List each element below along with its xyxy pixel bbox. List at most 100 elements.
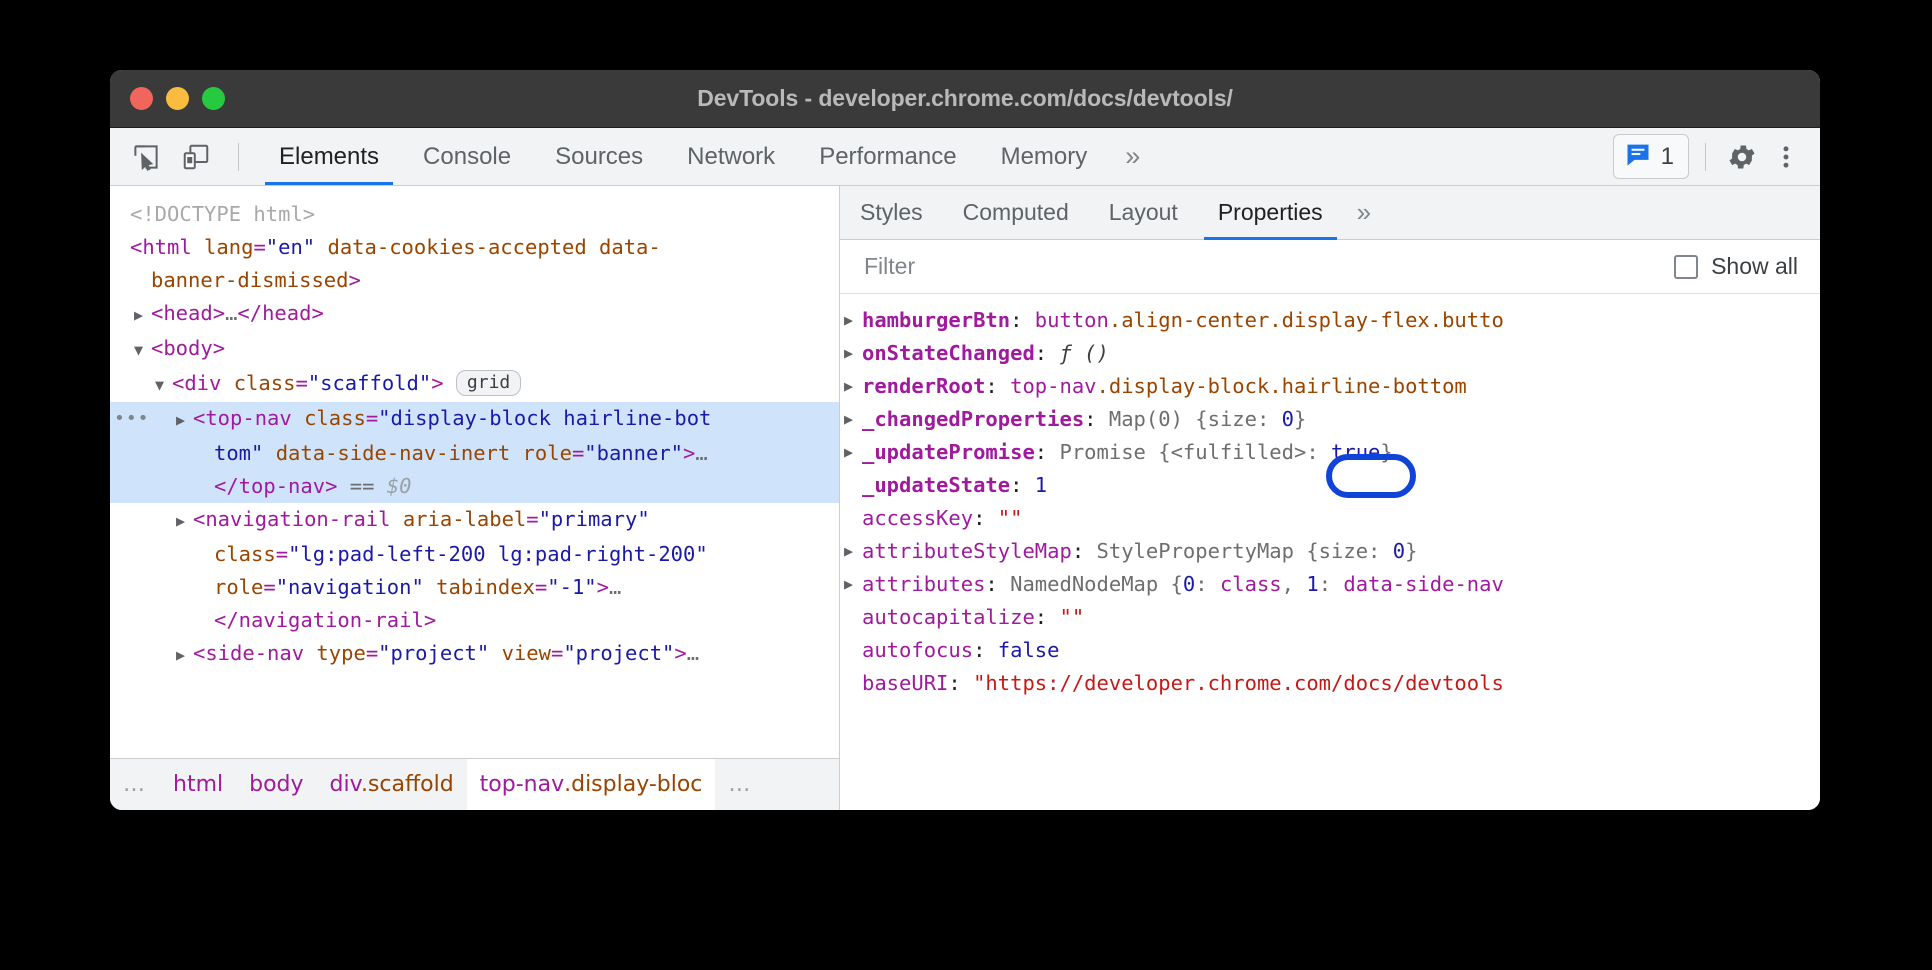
dom-token: <navigation-rail xyxy=(193,507,390,531)
properties-list[interactable]: ▶hamburgerBtn: button.align-center.displ… xyxy=(840,294,1820,810)
dom-node-row[interactable]: class="lg:pad-left-200 lg:pad-right-200" xyxy=(110,538,839,571)
twisty-collapsed-icon[interactable]: ▶ xyxy=(176,404,193,437)
traffic-lights xyxy=(110,87,225,110)
property-name: accessKey xyxy=(862,506,973,530)
dom-token: … xyxy=(225,301,237,325)
property-row[interactable]: ▶renderRoot: top-nav.display-block.hairl… xyxy=(840,370,1820,403)
gear-icon[interactable] xyxy=(1722,137,1762,177)
sidebar-tab-layout[interactable]: Layout xyxy=(1089,186,1198,239)
dom-node-row[interactable]: <!DOCTYPE html> xyxy=(110,198,839,231)
dom-node-row[interactable]: role="navigation" tabindex="-1">… xyxy=(110,571,839,604)
dom-node-row[interactable]: •••▶<top-nav class="display-block hairli… xyxy=(110,402,839,437)
twisty-expanded-icon[interactable]: ▼ xyxy=(134,334,151,367)
twisty-collapsed-icon[interactable]: ▶ xyxy=(844,535,853,568)
property-value-token: top-nav xyxy=(1010,374,1096,398)
close-window-button[interactable] xyxy=(130,87,153,110)
property-value: "" xyxy=(1059,605,1084,629)
breadcrumb-item[interactable]: … xyxy=(110,772,160,797)
sidebar-tab-computed[interactable]: Computed xyxy=(943,186,1089,239)
filter-input[interactable]: Filter xyxy=(864,253,1674,280)
property-value-token: ƒ () xyxy=(1059,341,1108,365)
dom-node-row[interactable]: ▶<head>…</head> xyxy=(110,297,839,332)
minimize-window-button[interactable] xyxy=(166,87,189,110)
property-row[interactable]: ▶_updatePromise: Promise {<fulfilled>: t… xyxy=(840,436,1820,469)
twisty-collapsed-icon[interactable]: ▶ xyxy=(844,403,853,436)
twisty-collapsed-icon[interactable]: ▶ xyxy=(844,304,853,337)
breadcrumb-item[interactable]: top-nav.display-bloc xyxy=(467,759,716,810)
sidebar-tab-properties[interactable]: Properties xyxy=(1198,186,1343,239)
breadcrumb-item[interactable]: div.scaffold xyxy=(317,772,467,797)
sidebar-more-tabs-chevron-icon[interactable]: » xyxy=(1343,186,1385,239)
dom-token: <div xyxy=(172,371,221,395)
property-value: NamedNodeMap {0: class, 1: data-side-nav xyxy=(1010,572,1504,596)
show-all-toggle[interactable]: Show all xyxy=(1674,253,1798,280)
dom-tree[interactable]: <!DOCTYPE html><html lang="en" data-cook… xyxy=(110,186,839,758)
more-tabs-chevron-icon[interactable]: » xyxy=(1109,128,1156,185)
dom-token: … xyxy=(609,575,621,599)
breadcrumb-class: .display-bloc xyxy=(564,772,702,797)
property-name: hamburgerBtn xyxy=(862,308,1010,332)
message-count: 1 xyxy=(1661,143,1674,171)
twisty-collapsed-icon[interactable]: ▶ xyxy=(844,370,853,403)
twisty-collapsed-icon[interactable]: ▶ xyxy=(134,299,151,332)
property-row[interactable]: autofocus: false xyxy=(840,634,1820,667)
dom-node-row[interactable]: tom" data-side-nav-inert role="banner">… xyxy=(110,437,839,470)
property-row[interactable]: ▶_changedProperties: Map(0) {size: 0} xyxy=(840,403,1820,436)
window-title-bar: DevTools - developer.chrome.com/docs/dev… xyxy=(110,70,1820,128)
twisty-collapsed-icon[interactable]: ▶ xyxy=(844,568,853,601)
dom-node-row[interactable]: ▼<body> xyxy=(110,332,839,367)
property-name: attributeStyleMap xyxy=(862,539,1072,563)
dom-token: = xyxy=(263,575,275,599)
breadcrumb-item[interactable]: … xyxy=(715,772,765,797)
inspect-cursor-icon[interactable] xyxy=(126,137,166,177)
tab-elements[interactable]: Elements xyxy=(257,128,401,185)
property-row[interactable]: autocapitalize: "" xyxy=(840,601,1820,634)
sidebar-tab-styles[interactable]: Styles xyxy=(840,186,943,239)
kebab-menu-icon[interactable] xyxy=(1766,137,1806,177)
property-row[interactable]: ▶attributeStyleMap: StylePropertyMap {si… xyxy=(840,535,1820,568)
breadcrumb-item[interactable]: html xyxy=(160,772,236,797)
dom-node-row[interactable]: <html lang="en" data-cookies-accepted da… xyxy=(110,231,839,264)
tab-console[interactable]: Console xyxy=(401,128,533,185)
property-value: false xyxy=(998,638,1060,662)
tab-network[interactable]: Network xyxy=(665,128,797,185)
tab-sources[interactable]: Sources xyxy=(533,128,665,185)
tab-memory[interactable]: Memory xyxy=(979,128,1110,185)
maximize-window-button[interactable] xyxy=(202,87,225,110)
node-overflow-ellipsis-icon[interactable]: ••• xyxy=(114,402,150,435)
dom-node-row[interactable]: banner-dismissed> xyxy=(110,264,839,297)
twisty-collapsed-icon[interactable]: ▶ xyxy=(844,337,853,370)
property-row[interactable]: baseURI: "https://developer.chrome.com/d… xyxy=(840,667,1820,700)
twisty-expanded-icon[interactable]: ▼ xyxy=(155,369,172,402)
dom-node-row[interactable]: </top-nav> == $0 xyxy=(110,470,839,503)
property-name: autofocus xyxy=(862,638,973,662)
twisty-collapsed-icon[interactable]: ▶ xyxy=(176,505,193,538)
property-row[interactable]: ▶onStateChanged: ƒ () xyxy=(840,337,1820,370)
dom-node-row[interactable]: </navigation-rail> xyxy=(110,604,839,637)
property-row[interactable]: accessKey: "" xyxy=(840,502,1820,535)
show-all-checkbox[interactable] xyxy=(1674,255,1698,279)
dom-token: data-side-nav-inert xyxy=(263,441,510,465)
device-toolbar-icon[interactable] xyxy=(176,137,216,177)
dom-node-row[interactable]: ▼<div class="scaffold"> grid xyxy=(110,367,839,402)
message-bubble-icon xyxy=(1624,140,1652,173)
property-row[interactable]: _updateState: 1 xyxy=(840,469,1820,502)
dom-node-row[interactable]: ▶<navigation-rail aria-label="primary" xyxy=(110,503,839,538)
grid-badge[interactable]: grid xyxy=(456,370,521,396)
property-row[interactable]: ▶hamburgerBtn: button.align-center.displ… xyxy=(840,304,1820,337)
tab-performance[interactable]: Performance xyxy=(797,128,978,185)
property-value-token: Map(0) {size: xyxy=(1109,407,1282,431)
property-value-token: 0 xyxy=(1393,539,1405,563)
dom-token: "project" xyxy=(378,641,489,665)
dom-token: = xyxy=(295,371,307,395)
breadcrumb-item[interactable]: body xyxy=(236,772,316,797)
property-row[interactable]: ▶attributes: NamedNodeMap {0: class, 1: … xyxy=(840,568,1820,601)
twisty-collapsed-icon[interactable]: ▶ xyxy=(176,639,193,672)
dom-token: "project" xyxy=(563,641,674,665)
message-count-badge[interactable]: 1 xyxy=(1613,134,1689,179)
dom-token: … xyxy=(687,641,699,665)
dom-node-row[interactable]: ▶<side-nav type="project" view="project"… xyxy=(110,637,839,672)
twisty-collapsed-icon[interactable]: ▶ xyxy=(844,436,853,469)
property-separator: : xyxy=(1035,605,1060,629)
property-value-token: 0 xyxy=(1282,407,1294,431)
